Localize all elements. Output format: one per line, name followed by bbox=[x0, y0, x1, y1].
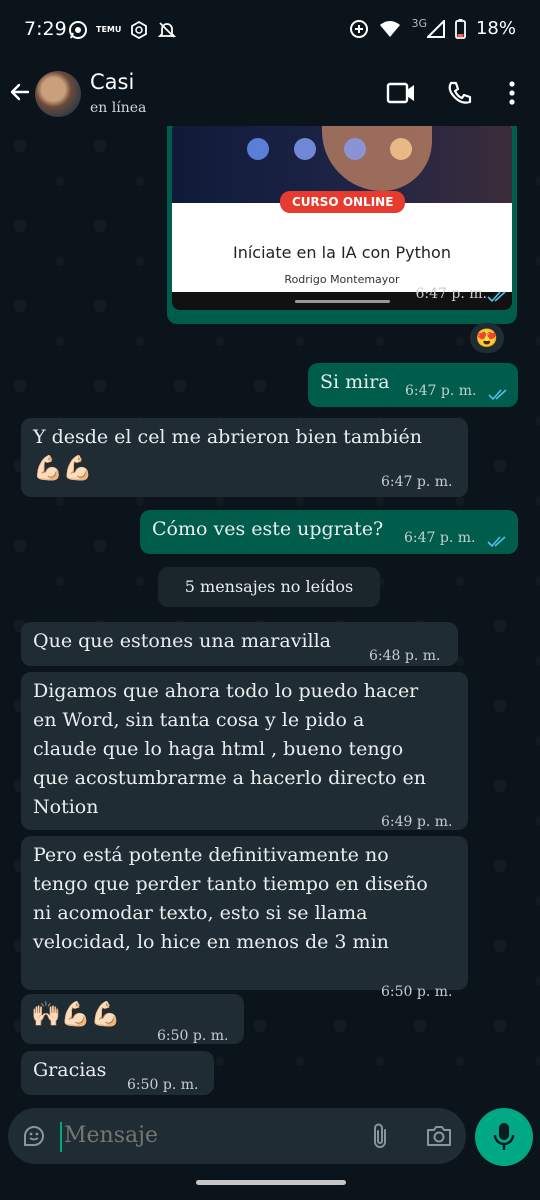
message-time: 6:47 p. m. bbox=[415, 286, 487, 302]
sticker-icon[interactable] bbox=[22, 1124, 46, 1152]
contact-name[interactable]: Casi bbox=[90, 70, 134, 94]
incoming-message[interactable]: 🙌🏻💪🏻💪🏻 6:50 p. m. bbox=[21, 994, 244, 1044]
message-time: 6:47 p. m. bbox=[404, 530, 476, 546]
avatar[interactable] bbox=[35, 71, 81, 117]
signal-icon bbox=[426, 19, 445, 38]
message-emoji: 💪🏻💪🏻 bbox=[33, 454, 93, 482]
message-text: Cómo ves este upgrate? bbox=[152, 518, 384, 540]
temu-icon: TEMU bbox=[96, 25, 122, 34]
reaction-badge[interactable]: 😍 bbox=[470, 323, 504, 353]
whatsapp-icon bbox=[68, 20, 88, 40]
message-time: 6:49 p. m. bbox=[381, 814, 453, 830]
message-text: Si mira bbox=[320, 371, 390, 393]
decor-dot bbox=[344, 138, 366, 160]
video-progress bbox=[295, 300, 390, 303]
back-arrow-icon[interactable] bbox=[8, 80, 32, 108]
composer-bar bbox=[0, 1100, 540, 1200]
notification-icons: TEMU bbox=[68, 20, 177, 40]
microphone-icon bbox=[493, 1122, 515, 1156]
more-options-icon[interactable] bbox=[508, 80, 516, 110]
video-call-icon[interactable] bbox=[386, 80, 416, 110]
message-time: 6:47 p. m. bbox=[381, 474, 453, 490]
course-author: Rodrigo Montemayor bbox=[284, 273, 400, 286]
course-badge: CURSO ONLINE bbox=[280, 191, 406, 213]
message-input-container[interactable] bbox=[8, 1108, 466, 1164]
system-icons: 3G 18% bbox=[349, 17, 516, 39]
course-image[interactable]: CURSO ONLINE Iníciate en la IA con Pytho… bbox=[172, 126, 512, 303]
outgoing-message[interactable]: Cómo ves este upgrate? 6:47 p. m. bbox=[140, 510, 518, 554]
unread-divider: 5 mensajes no leídos bbox=[158, 567, 380, 607]
decor-dot bbox=[247, 138, 269, 160]
gesture-nav-handle[interactable] bbox=[196, 1180, 346, 1185]
message-time: 6:50 p. m. bbox=[381, 984, 453, 1000]
read-ticks-icon bbox=[488, 381, 508, 410]
wifi-icon bbox=[379, 20, 401, 38]
status-bar: 7:29 TEMU 3G 18% bbox=[0, 0, 540, 62]
message-text: Digamos que ahora todo lo puedo hacer en… bbox=[33, 680, 426, 818]
message-text: Y desde el cel me abrieron bien también bbox=[33, 426, 422, 448]
message-text: Pero está potente definitivamente no ten… bbox=[33, 844, 428, 953]
incoming-message[interactable]: Gracias 6:50 p. m. bbox=[21, 1051, 214, 1095]
network-type: 3G bbox=[411, 17, 427, 30]
decor-dot bbox=[294, 138, 316, 160]
decor-dot bbox=[390, 138, 412, 160]
attach-icon[interactable] bbox=[369, 1122, 391, 1154]
image-message[interactable]: CURSO ONLINE Iníciate en la IA con Pytho… bbox=[167, 126, 517, 324]
incoming-message[interactable]: Pero está potente definitivamente no ten… bbox=[21, 836, 468, 1000]
battery-icon bbox=[455, 18, 466, 39]
chat-area[interactable]: CURSO ONLINE Iníciate en la IA con Pytho… bbox=[0, 126, 540, 1100]
chat-header: Casi en línea bbox=[0, 62, 540, 126]
message-time: 6:47 p. m. bbox=[405, 383, 477, 399]
data-saver-icon bbox=[349, 19, 369, 39]
battery-level: 18% bbox=[475, 18, 516, 39]
read-ticks-icon bbox=[487, 528, 507, 557]
mute-icon bbox=[157, 20, 177, 40]
message-input[interactable] bbox=[62, 1122, 346, 1149]
incoming-message[interactable]: Digamos que ahora todo lo puedo hacer en… bbox=[21, 672, 468, 830]
message-text: Gracias bbox=[33, 1059, 107, 1081]
incoming-message[interactable]: Que que estones una maravilla 6:48 p. m. bbox=[21, 622, 458, 666]
camera-icon[interactable] bbox=[426, 1124, 452, 1152]
course-title: Iníciate en la IA con Python bbox=[233, 243, 451, 262]
contact-status: en línea bbox=[90, 100, 147, 116]
voice-call-icon[interactable] bbox=[446, 80, 472, 110]
read-ticks-icon bbox=[487, 288, 507, 307]
status-time: 7:29 bbox=[24, 18, 67, 40]
voice-message-button[interactable] bbox=[475, 1108, 533, 1166]
message-text: Que que estones una maravilla bbox=[33, 630, 332, 652]
chatgpt-icon bbox=[129, 20, 149, 40]
message-emoji: 🙌🏻💪🏻💪🏻 bbox=[31, 1000, 121, 1028]
incoming-message[interactable]: Y desde el cel me abrieron bien también … bbox=[21, 418, 468, 497]
message-time: 6:50 p. m. bbox=[157, 1028, 229, 1044]
message-time: 6:48 p. m. bbox=[369, 648, 441, 664]
outgoing-message[interactable]: Si mira 6:47 p. m. bbox=[308, 363, 518, 407]
message-time: 6:50 p. m. bbox=[127, 1077, 199, 1093]
